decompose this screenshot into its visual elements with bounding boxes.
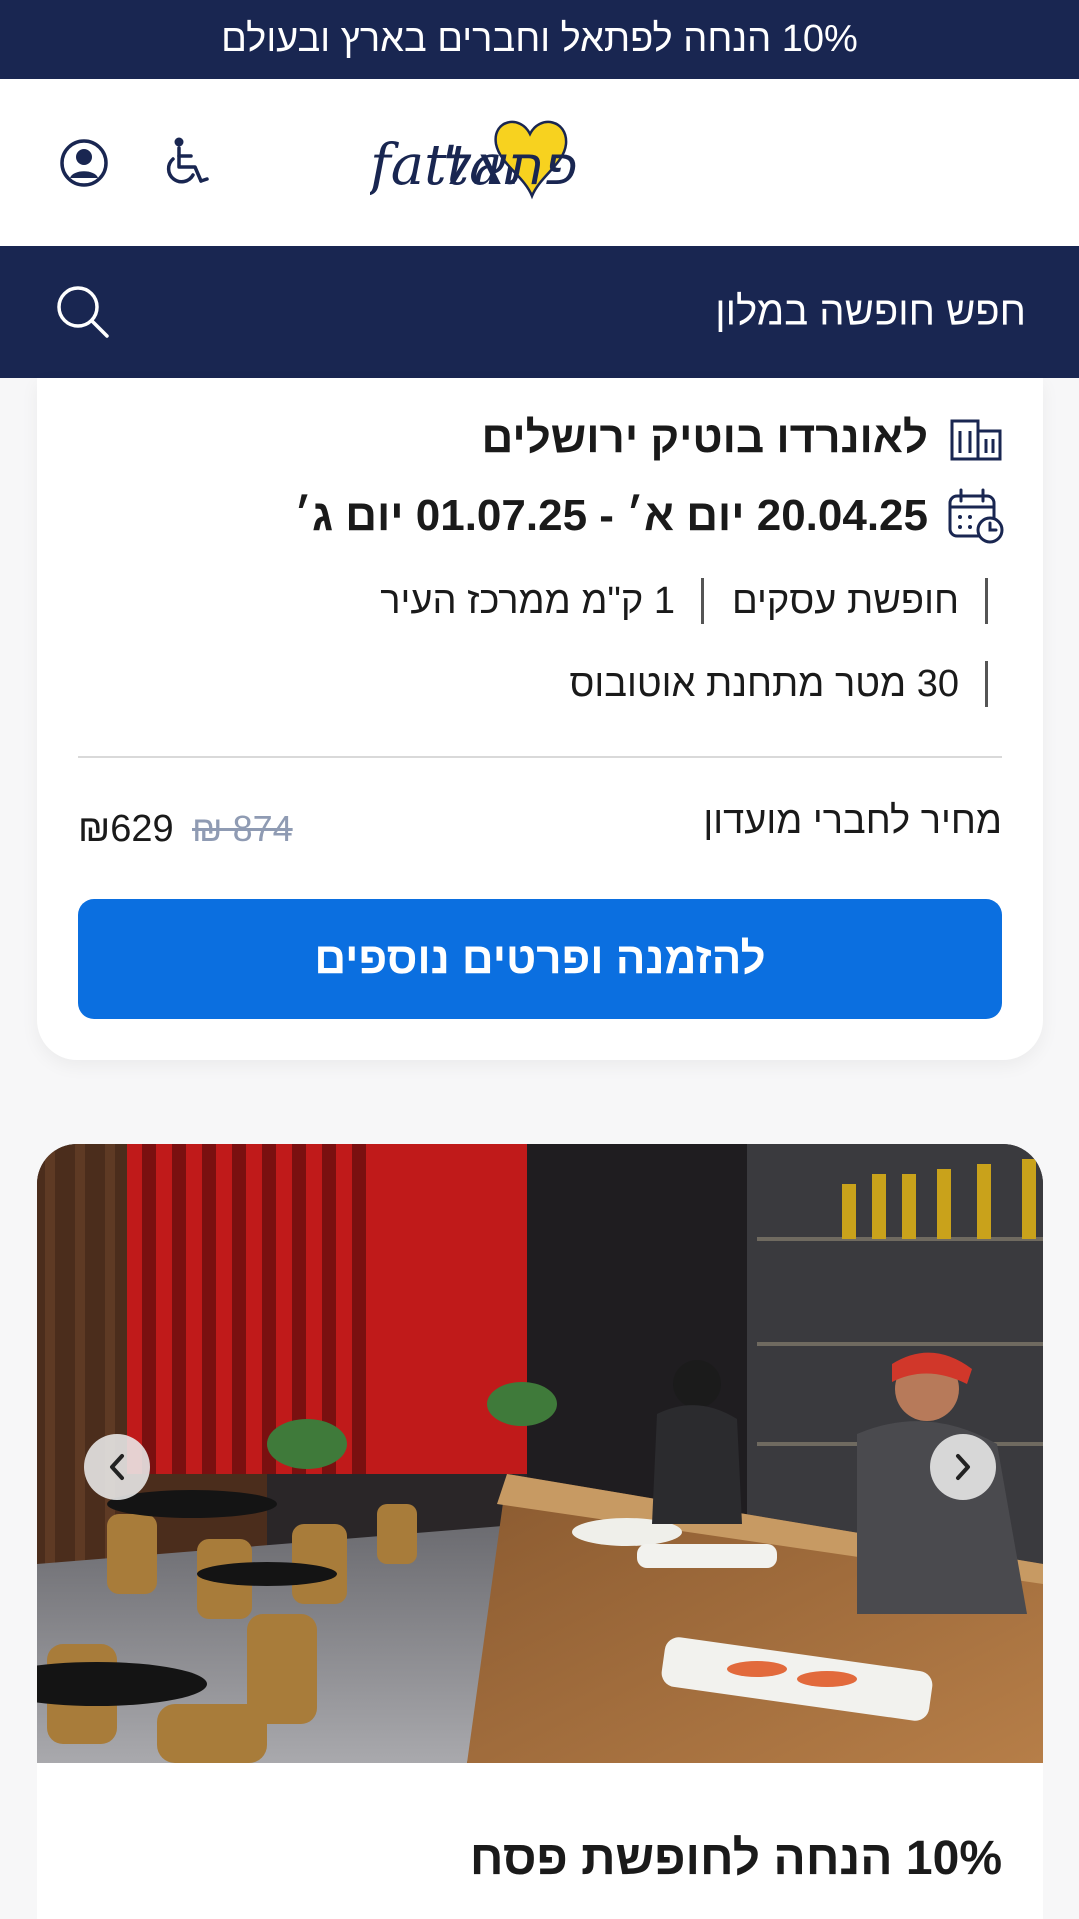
tag-distance-center: 1 ק"מ ממרכז העיר <box>380 578 704 624</box>
tag-bus-station: 30 מטר מתחנת אוטובוס <box>569 661 988 707</box>
carousel-next-button[interactable] <box>930 1434 996 1500</box>
search-icon[interactable] <box>55 284 111 340</box>
promo-banner-text: 10% הנחה לפתאל וחברים בארץ ובעולם <box>221 18 858 60</box>
tags-row: 30 מטר מתחנת אוטובוס <box>569 656 988 712</box>
price-label: מחיר לחברי מועדון <box>703 800 1002 842</box>
deal-card: 10% הנחה לחופשת פסח <box>37 1144 1043 1919</box>
image-carousel[interactable] <box>37 1144 1043 1763</box>
fattal-logo[interactable]: fattal פתאל <box>370 101 710 221</box>
price-current: ₪629 <box>78 808 174 850</box>
search-bar[interactable]: חפש חופשה במלון <box>0 246 1079 378</box>
page: 10% הנחה לפתאל וחברים בארץ ובעולם fattal <box>0 0 1079 1919</box>
user-circle-icon[interactable] <box>54 133 114 193</box>
carousel-prev-button[interactable] <box>84 1434 150 1500</box>
chevron-right-icon <box>951 1452 975 1482</box>
price-original: ₪ 874 <box>192 808 293 849</box>
hotel-name: לאונרדו בוטיק ירושלים <box>481 413 928 462</box>
tag-business: חופשת עסקים <box>732 578 988 624</box>
divider <box>78 756 1002 758</box>
site-header: fattal פתאל <box>0 79 1079 246</box>
tags-row: חופשת עסקים 1 ק"מ ממרכז העיר <box>380 573 988 629</box>
logo-hebrew-text: פתאל <box>439 134 576 197</box>
book-more-details-button[interactable]: להזמנה ופרטים נוספים <box>78 899 1002 1019</box>
calendar-clock-icon <box>946 486 1006 546</box>
chevron-left-icon <box>105 1452 129 1482</box>
restaurant-photo <box>37 1144 1043 1763</box>
hotel-row: לאונרדו בוטיק ירושלים <box>482 408 1006 468</box>
promo-banner[interactable]: 10% הנחה לפתאל וחברים בארץ ובעולם <box>0 0 1079 79</box>
date-range: 20.04.25 יום א׳ - 01.07.25 יום ג׳ <box>294 491 928 540</box>
date-row: 20.04.25 יום א׳ - 01.07.25 יום ג׳ <box>294 486 1006 546</box>
building-icon <box>946 408 1006 468</box>
deal-card: לאונרדו בוטיק ירושלים 20.04.25 יום א׳ - … <box>37 378 1043 1060</box>
wheelchair-icon[interactable] <box>155 133 215 193</box>
search-label: חפש חופשה במלון <box>715 289 1026 334</box>
deal-title: 10% הנחה לחופשת פסח <box>469 1832 1002 1885</box>
